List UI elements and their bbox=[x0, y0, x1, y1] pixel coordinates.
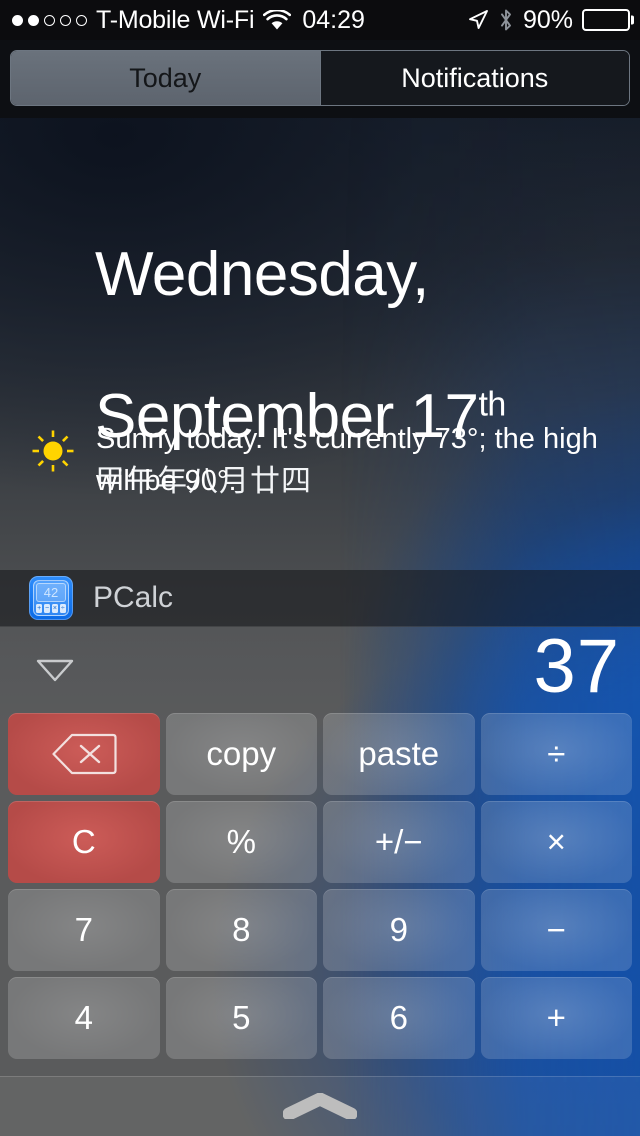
key-percent[interactable]: % bbox=[165, 801, 317, 883]
key-divide[interactable]: ÷ bbox=[480, 713, 632, 795]
wifi-icon bbox=[263, 9, 292, 31]
key-4[interactable]: 4 bbox=[8, 977, 160, 1059]
key-clear[interactable]: C bbox=[8, 801, 160, 883]
date-heading: Wednesday, September 17th bbox=[95, 168, 630, 452]
pcalc-icon-body: 42 + − × ÷ bbox=[33, 580, 69, 616]
today-view: Wednesday, September 17th 甲午年八月廿四 Sunny … bbox=[0, 118, 640, 1136]
keypad-row-4: 4 5 6 + bbox=[0, 977, 640, 1059]
pcalc-widget-body: 37 copy paste ÷ C % +/− × 7 8 9 − 4 5 6 … bbox=[0, 624, 640, 1136]
status-bar: T-Mobile Wi-Fi 04:29 90% bbox=[0, 0, 640, 40]
signal-dot-3 bbox=[44, 14, 55, 26]
key-delete[interactable] bbox=[8, 713, 160, 795]
key-multiply[interactable]: × bbox=[480, 801, 632, 883]
status-bar-left-group: T-Mobile Wi-Fi 04:29 bbox=[12, 6, 365, 35]
keypad-row-2: C % +/− × bbox=[0, 801, 640, 883]
date-line-1: Wednesday, bbox=[95, 240, 429, 309]
key-7[interactable]: 7 bbox=[8, 889, 160, 971]
key-8[interactable]: 8 bbox=[165, 889, 317, 971]
keypad-row-3: 7 8 9 − bbox=[0, 889, 640, 971]
key-plus[interactable]: + bbox=[480, 977, 632, 1059]
carrier-label: T-Mobile Wi-Fi bbox=[96, 5, 255, 34]
calculator-display-row: 37 bbox=[0, 624, 640, 713]
keypad-row-1: copy paste ÷ bbox=[0, 713, 640, 795]
key-6[interactable]: 6 bbox=[323, 977, 475, 1059]
signal-dot-1 bbox=[12, 14, 23, 26]
bluetooth-icon bbox=[498, 8, 514, 32]
pcalc-icon-keys: + − × ÷ bbox=[36, 604, 66, 613]
pcalc-icon-key-times: × bbox=[51, 604, 59, 613]
segmented-control[interactable]: Today Notifications bbox=[10, 50, 630, 106]
location-arrow-icon bbox=[467, 9, 489, 31]
pcalc-widget: 42 + − × ÷ PCalc 37 copy paste ÷ C % +/−… bbox=[0, 570, 640, 1136]
sun-icon bbox=[30, 428, 76, 474]
key-paste[interactable]: paste bbox=[323, 713, 475, 795]
weather-summary-row: Sunny today. It's currently 73°; the hig… bbox=[30, 418, 600, 502]
status-bar-right-group: 90% bbox=[467, 6, 630, 35]
pcalc-icon-key-minus: − bbox=[43, 604, 51, 613]
grabber-bar[interactable] bbox=[0, 1076, 640, 1136]
key-plus-minus[interactable]: +/− bbox=[323, 801, 475, 883]
pcalc-widget-title: PCalc bbox=[93, 581, 174, 614]
tab-notifications[interactable]: Notifications bbox=[319, 51, 629, 105]
delete-backspace-icon bbox=[51, 732, 117, 776]
signal-dot-4 bbox=[60, 14, 71, 26]
signal-dot-5 bbox=[76, 14, 87, 26]
pcalc-app-icon: 42 + − × ÷ bbox=[29, 576, 73, 620]
pcalc-icon-key-divide: ÷ bbox=[59, 604, 66, 613]
notification-center-screen: T-Mobile Wi-Fi 04:29 90% Today Notificat… bbox=[0, 0, 640, 1136]
calculator-keypad: copy paste ÷ C % +/− × 7 8 9 − 4 5 6 + bbox=[0, 713, 640, 1136]
status-bar-clock: 04:29 bbox=[302, 5, 365, 34]
signal-strength-dots bbox=[12, 14, 87, 26]
notification-center-grabber-icon[interactable] bbox=[282, 1091, 358, 1121]
pcalc-icon-key-plus: + bbox=[36, 604, 43, 613]
key-copy[interactable]: copy bbox=[165, 713, 317, 795]
weather-summary-text: Sunny today. It's currently 73°; the hig… bbox=[96, 423, 598, 497]
signal-dot-2 bbox=[28, 14, 39, 26]
key-9[interactable]: 9 bbox=[323, 889, 475, 971]
key-minus[interactable]: − bbox=[480, 889, 632, 971]
calculator-display-value: 37 bbox=[533, 624, 620, 709]
tab-today[interactable]: Today bbox=[11, 51, 320, 105]
pcalc-icon-display: 42 bbox=[36, 583, 66, 602]
pcalc-widget-header[interactable]: 42 + − × ÷ PCalc bbox=[0, 570, 640, 627]
battery-percentage-label: 90% bbox=[522, 5, 573, 34]
battery-icon bbox=[582, 9, 630, 31]
key-5[interactable]: 5 bbox=[165, 977, 317, 1059]
tab-bar: Today Notifications bbox=[0, 40, 640, 118]
